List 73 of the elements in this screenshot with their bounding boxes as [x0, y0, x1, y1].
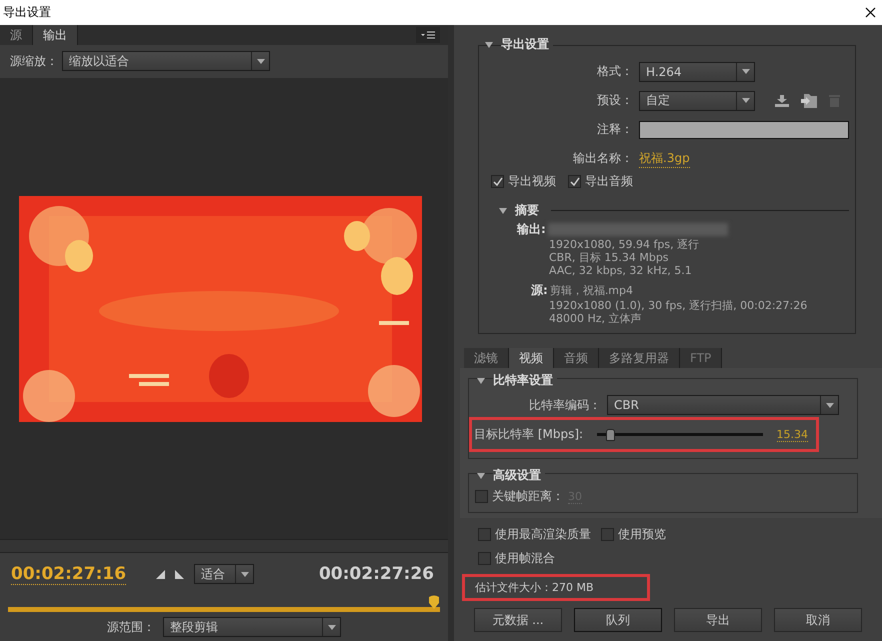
summary-line: 1920x1080 (1.0), 30 fps, 逐行扫描, 00:02:27:26: [549, 299, 808, 312]
caret-icon: [240, 572, 249, 576]
caret-icon: [328, 624, 336, 630]
field-label: 预设：: [596, 92, 633, 109]
encoding-dropdown[interactable]: CBR: [607, 395, 839, 415]
section-title: 高级设置: [493, 467, 545, 484]
preset-dropdown[interactable]: 自定: [639, 90, 755, 110]
mark-in-icon[interactable]: [156, 570, 166, 578]
field-label: 源范围：: [107, 618, 155, 636]
caret-icon: [742, 98, 750, 103]
zoom-dropdown[interactable]: 适合: [194, 564, 254, 584]
checkbox-label: 关键帧距离：: [492, 488, 564, 505]
field-label: 格式：: [596, 63, 633, 80]
scrollbar[interactable]: [0, 539, 448, 553]
checkbox[interactable]: [568, 175, 581, 188]
summary-line: 48000 Hz, 立体声: [549, 312, 643, 325]
bitrate-value[interactable]: 15.34: [776, 428, 808, 442]
dialog-button[interactable]: 队列: [574, 608, 662, 632]
settings-tab[interactable]: 视频: [509, 348, 554, 368]
save-preset-icon[interactable]: [775, 94, 789, 106]
settings-tab[interactable]: 音频: [554, 348, 599, 368]
field-label: 源缩放：: [10, 52, 58, 70]
checkbox-label: 导出视频: [508, 173, 556, 190]
close-icon[interactable]: [865, 7, 876, 18]
output-name-link[interactable]: 祝福.3gp: [639, 150, 690, 168]
timeline-track[interactable]: [8, 595, 440, 615]
expand-triangle-icon[interactable]: [477, 378, 485, 384]
summary-label: 源:: [531, 282, 548, 299]
field-label: 注释：: [596, 121, 633, 138]
scale-dropdown[interactable]: 缩放以适合: [62, 51, 270, 71]
checkbox-label: 使用最高渲染质量: [495, 526, 591, 543]
dialog-button[interactable]: 元数据 ...: [474, 608, 562, 632]
slider-thumb[interactable]: [606, 428, 616, 440]
range-dropdown[interactable]: 整段剪辑: [163, 617, 341, 637]
caret-icon: [742, 69, 750, 74]
mark-out-icon[interactable]: [175, 570, 184, 578]
expand-triangle-icon[interactable]: [477, 472, 485, 478]
checkbox[interactable]: [475, 490, 488, 503]
import-preset-icon[interactable]: [801, 94, 817, 108]
estimate-text: 估计文件大小：270 MB: [475, 580, 594, 595]
checkbox[interactable]: [491, 175, 504, 188]
expand-triangle-icon[interactable]: [499, 208, 507, 214]
summary-line: 剪辑，祝福.mp4: [550, 284, 634, 297]
panel-tab[interactable]: 输出: [33, 25, 78, 45]
window-title: 导出设置: [3, 4, 51, 21]
checkbox[interactable]: [601, 528, 614, 541]
checkbox[interactable]: [478, 552, 491, 565]
checkbox-label: 使用预览: [618, 526, 666, 543]
checkbox-label: 导出音频: [585, 173, 633, 190]
settings-tab[interactable]: 多路复用器: [599, 348, 680, 368]
format-dropdown[interactable]: H.264: [639, 62, 755, 82]
comment-field[interactable]: [639, 120, 849, 138]
checkbox[interactable]: [478, 528, 491, 541]
section-title: 比特率设置: [493, 372, 557, 389]
summary-label: 输出:: [517, 221, 546, 238]
caret-icon: [826, 402, 834, 408]
dialog-button[interactable]: 导出: [674, 608, 762, 632]
checkbox-label: 使用帧混合: [495, 550, 555, 567]
summary-line: CBR, 目标 15.34 Mbps: [549, 251, 670, 264]
field-label: 目标比特率 [Mbps]:: [474, 426, 584, 443]
settings-tab[interactable]: 滤镜: [464, 348, 509, 368]
dialog-button[interactable]: 取消: [774, 608, 862, 632]
field-label: 比特率编码：: [528, 396, 601, 414]
section-title: 导出设置: [501, 36, 553, 53]
summary-line: AAC, 32 kbps, 32 kHz, 5.1: [549, 264, 693, 277]
summary-line: 1920x1080, 59.94 fps, 逐行: [549, 238, 700, 251]
field-label: 输出名称：: [572, 150, 633, 167]
caret-icon: [256, 58, 264, 64]
duration-timecode: 00:02:27:26: [318, 564, 434, 584]
playhead-icon[interactable]: [428, 595, 440, 611]
expand-triangle-icon[interactable]: [485, 42, 493, 48]
current-timecode[interactable]: 00:02:27:16: [11, 564, 126, 584]
menu-icon[interactable]: [416, 27, 440, 43]
